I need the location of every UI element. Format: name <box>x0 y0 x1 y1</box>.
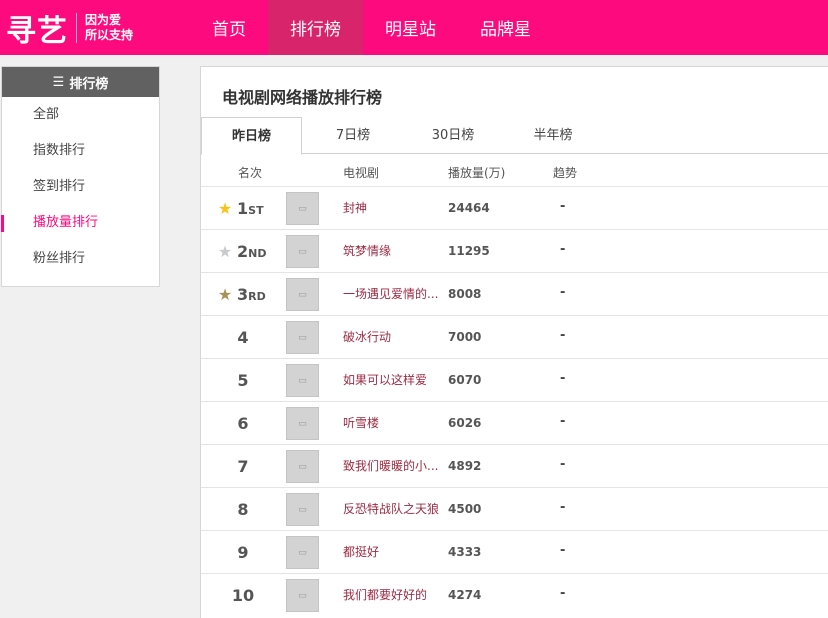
logo-text: 寻艺 <box>6 13 68 49</box>
table-row: ★ 3RD ▭ 一场遇见爱情的... 8008 - <box>201 272 828 315</box>
column-header-plays: 播放量(万) <box>448 166 506 180</box>
rank-number: 9 <box>237 543 249 562</box>
play-count: 6026 <box>448 416 482 430</box>
rank-number: 8 <box>237 500 249 519</box>
logo-divider <box>76 12 77 43</box>
table-row: 9 ▭ 都挺好 4333 - <box>201 530 828 573</box>
drama-title-link[interactable]: 致我们暖暖的小... <box>343 445 438 488</box>
play-count: 4500 <box>448 502 482 516</box>
drama-title-link[interactable]: 反恐特战队之天狼 <box>343 488 439 531</box>
site-logo[interactable]: 寻艺 因为爱 所以支持 <box>0 0 160 55</box>
tab-yesterday[interactable]: 昨日榜 <box>201 117 302 155</box>
rank-cell: ★ 1ST <box>216 187 276 230</box>
play-count: 8008 <box>448 287 482 301</box>
sidebar-title: 排行榜 <box>69 76 109 92</box>
trend-indicator: - <box>560 199 566 214</box>
play-count: 4333 <box>448 545 482 559</box>
drama-title-link[interactable]: 一场遇见爱情的... <box>343 273 438 316</box>
table-row: 5 ▭ 如果可以这样爱 6070 - <box>201 358 828 401</box>
trend-indicator: - <box>560 328 566 343</box>
ranking-panel: 电视剧网络播放排行榜 昨日榜 7日榜 30日榜 半年榜 名次 电视剧 播放量(万… <box>200 66 828 618</box>
sidebar-item-index-rank[interactable]: 指数排行 <box>2 133 159 169</box>
drama-title-link[interactable]: 破冰行动 <box>343 316 391 359</box>
drama-thumbnail[interactable]: ▭ <box>286 407 319 440</box>
drama-thumbnail[interactable]: ▭ <box>286 321 319 354</box>
table-row: 4 ▭ 破冰行动 7000 - <box>201 315 828 358</box>
period-tabs: 昨日榜 7日榜 30日榜 半年榜 <box>201 117 828 155</box>
ranking-list: ★ 1ST ▭ 封神 24464 - ★ 2ND ▭ 筑梦情缘 11295 - … <box>201 186 828 616</box>
drama-title-link[interactable]: 我们都要好好的 <box>343 574 427 617</box>
drama-title-link[interactable]: 如果可以这样爱 <box>343 359 427 402</box>
play-count: 7000 <box>448 330 482 344</box>
drama-thumbnail[interactable]: ▭ <box>286 536 319 569</box>
column-header-drama: 电视剧 <box>343 166 380 180</box>
rank-number: 5 <box>237 371 249 390</box>
play-count: 4892 <box>448 459 482 473</box>
drama-thumbnail[interactable]: ▭ <box>286 192 319 225</box>
drama-thumbnail[interactable]: ▭ <box>286 493 319 526</box>
sidebar-header: ☰ 排行榜 <box>2 67 159 97</box>
rank-number: 1ST <box>237 199 264 218</box>
drama-title-link[interactable]: 筑梦情缘 <box>343 230 391 273</box>
page-title: 电视剧网络播放排行榜 <box>222 88 383 107</box>
drama-thumbnail[interactable]: ▭ <box>286 450 319 483</box>
sidebar-item-plays-rank[interactable]: 播放量排行 <box>1 205 159 241</box>
play-count: 4274 <box>448 588 482 602</box>
trend-indicator: - <box>560 371 566 386</box>
table-row: 8 ▭ 反恐特战队之天狼 4500 - <box>201 487 828 530</box>
column-header-trend: 趋势 <box>553 166 578 180</box>
nav-item-brand-star[interactable]: 品牌星 <box>458 0 553 55</box>
trend-indicator: - <box>560 543 566 558</box>
trend-indicator: - <box>560 457 566 472</box>
trend-indicator: - <box>560 500 566 515</box>
tab-30-days[interactable]: 30日榜 <box>411 117 495 154</box>
rank-number: 10 <box>231 586 255 605</box>
play-count: 6070 <box>448 373 482 387</box>
table-row: ★ 2ND ▭ 筑梦情缘 11295 - <box>201 229 828 272</box>
slogan-line-1: 因为爱 <box>85 12 122 27</box>
rank-number: 6 <box>237 414 249 433</box>
nav-item-star-station[interactable]: 明星站 <box>363 0 458 55</box>
drama-title-link[interactable]: 都挺好 <box>343 531 379 574</box>
drama-thumbnail[interactable]: ▭ <box>286 278 319 311</box>
column-header-rank: 名次 <box>238 166 263 180</box>
rank-cell: ★ 3RD <box>216 273 276 316</box>
trend-indicator: - <box>560 242 566 257</box>
rank-number: 2ND <box>237 242 267 261</box>
drama-thumbnail[interactable]: ▭ <box>286 364 319 397</box>
table-row: ★ 1ST ▭ 封神 24464 - <box>201 186 828 229</box>
sidebar-item-all[interactable]: 全部 <box>2 97 159 133</box>
play-count: 24464 <box>448 201 490 215</box>
drama-thumbnail[interactable]: ▭ <box>286 235 319 268</box>
bronze-star-icon: ★ <box>217 285 233 304</box>
drama-thumbnail[interactable]: ▭ <box>286 579 319 612</box>
trend-indicator: - <box>560 586 566 601</box>
nav-item-home[interactable]: 首页 <box>190 0 268 55</box>
play-count: 11295 <box>448 244 490 258</box>
trend-indicator: - <box>560 414 566 429</box>
silver-star-icon: ★ <box>217 242 233 261</box>
gold-star-icon: ★ <box>217 199 233 218</box>
drama-title-link[interactable]: 封神 <box>343 187 367 230</box>
sidebar-item-fans-rank[interactable]: 粉丝排行 <box>2 241 159 277</box>
sidebar: ☰ 排行榜 全部 指数排行 签到排行 播放量排行 粉丝排行 <box>1 66 160 287</box>
list-icon: ☰ <box>52 74 65 90</box>
main-nav: 首页 排行榜 明星站 品牌星 <box>190 0 553 55</box>
sidebar-item-checkin-rank[interactable]: 签到排行 <box>2 169 159 205</box>
rank-number: 3RD <box>237 285 266 304</box>
table-row: 10 ▭ 我们都要好好的 4274 - <box>201 573 828 616</box>
rank-number: 7 <box>237 457 249 476</box>
trend-indicator: - <box>560 285 566 300</box>
rank-cell: ★ 2ND <box>216 230 276 273</box>
table-row: 7 ▭ 致我们暖暖的小... 4892 - <box>201 444 828 487</box>
rank-number: 4 <box>237 328 249 347</box>
table-row: 6 ▭ 听雪楼 6026 - <box>201 401 828 444</box>
logo-slogan: 因为爱 所以支持 <box>85 13 133 43</box>
tab-half-year[interactable]: 半年榜 <box>513 117 593 154</box>
top-navbar: 寻艺 因为爱 所以支持 首页 排行榜 明星站 品牌星 <box>0 0 828 55</box>
slogan-line-2: 所以支持 <box>85 27 134 42</box>
tab-7-days[interactable]: 7日榜 <box>313 117 393 154</box>
nav-item-rankings[interactable]: 排行榜 <box>268 0 363 55</box>
drama-title-link[interactable]: 听雪楼 <box>343 402 379 445</box>
